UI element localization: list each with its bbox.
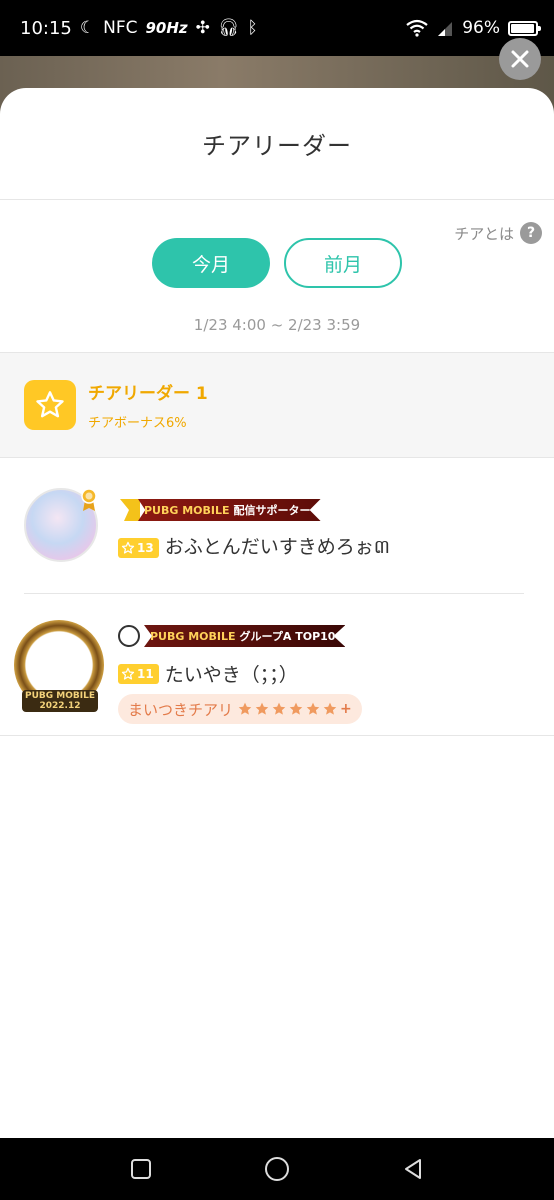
badge-highlight: PUBG MOBILE bbox=[150, 629, 236, 643]
badge-text: 配信サポーター bbox=[233, 504, 311, 517]
tab-last-month[interactable]: 前月 bbox=[284, 238, 402, 288]
sheet-title: チアリーダー bbox=[202, 132, 352, 160]
moon-icon: ☾ bbox=[79, 18, 96, 38]
level-badge: 11 bbox=[118, 663, 159, 684]
status-time: 10:15 bbox=[20, 17, 72, 39]
status-bar: 10:15 ☾ NFC 90Hz ✣ 🎧︎ ᛒ 96% bbox=[0, 0, 554, 56]
avatar-frame-label: PUBG MOBILE 2022.12 bbox=[22, 690, 98, 712]
refresh-rate-label: 90Hz bbox=[145, 19, 188, 37]
cheer-plus: + bbox=[340, 701, 352, 717]
level-number: 11 bbox=[137, 666, 154, 681]
frame-label-date: 2022.12 bbox=[39, 701, 81, 711]
list-item[interactable]: PUBG MOBILE 2022.12 PUBG MOBILE グループA TOP… bbox=[0, 594, 554, 736]
rank-bonus: チアボーナス6% bbox=[88, 416, 187, 431]
star-icon bbox=[289, 702, 303, 715]
period-selector: チアとは ? 今月 前月 1/23 4:00 ~ 2/23 3:59 bbox=[0, 200, 554, 352]
close-icon bbox=[511, 50, 529, 68]
close-button[interactable] bbox=[499, 38, 541, 80]
medal-icon bbox=[81, 488, 97, 511]
bluetooth-icon: ᛒ bbox=[247, 18, 258, 38]
nfc-label: NFC bbox=[103, 18, 138, 38]
rank-title: チアリーダー 1 bbox=[88, 384, 208, 404]
back-triangle-icon bbox=[405, 1159, 421, 1179]
period-range: 1/23 4:00 ~ 2/23 3:59 bbox=[193, 316, 361, 334]
sheet-header: チアリーダー bbox=[0, 88, 554, 200]
battery-percent: 96% bbox=[462, 18, 500, 38]
star-icon bbox=[24, 380, 76, 430]
navigation-bar bbox=[0, 1138, 554, 1200]
list-item[interactable]: PUBG MOBILE 配信サポーター 13 おふとんだいすきめろぉ៣ bbox=[24, 458, 524, 594]
wifi-icon bbox=[406, 19, 428, 37]
battery-icon bbox=[508, 20, 541, 36]
monthly-cheer-badge: まいつきチアリ + bbox=[118, 694, 362, 724]
signal-icon bbox=[438, 22, 453, 36]
cheerleader-sheet: チアリーダー チアとは ? 今月 前月 1/23 4:00 ~ 2/23 3:5… bbox=[0, 38, 554, 1138]
star-outline-icon bbox=[121, 541, 135, 554]
circle-icon bbox=[265, 1157, 289, 1181]
star-icon bbox=[272, 702, 286, 715]
period-tabs: 今月 前月 bbox=[152, 238, 402, 288]
star-icon bbox=[238, 702, 252, 715]
badge-text: グループA TOP10 bbox=[239, 630, 336, 643]
cheer-label: まいつきチアリ bbox=[128, 700, 234, 719]
supporter-badge: PUBG MOBILE 配信サポーター bbox=[120, 498, 321, 522]
star-icon bbox=[255, 702, 269, 715]
home-button[interactable] bbox=[264, 1156, 290, 1182]
cheer-stars: + bbox=[237, 701, 352, 717]
group-badge: PUBG MOBILE グループA TOP10 bbox=[118, 624, 346, 648]
level-number: 13 bbox=[137, 540, 154, 555]
help-link[interactable]: チアとは ? bbox=[454, 222, 542, 244]
back-button[interactable] bbox=[400, 1156, 426, 1182]
star-icon bbox=[306, 702, 320, 715]
fan-icon: ✣ bbox=[195, 18, 210, 38]
rank-header: チアリーダー 1 チアボーナス6% bbox=[0, 352, 554, 458]
help-label: チアとは bbox=[454, 224, 514, 243]
tab-this-month[interactable]: 今月 bbox=[152, 238, 270, 288]
badge-highlight: PUBG MOBILE bbox=[144, 503, 230, 517]
headphones-icon: 🎧︎ bbox=[217, 18, 240, 38]
star-outline-icon bbox=[121, 667, 135, 680]
level-badge: 13 bbox=[118, 537, 159, 558]
star-icon bbox=[323, 702, 337, 715]
help-icon: ? bbox=[520, 222, 542, 244]
frame-label-title: PUBG MOBILE bbox=[25, 691, 95, 701]
square-icon bbox=[131, 1159, 151, 1179]
mascot-icon bbox=[118, 625, 140, 647]
recents-button[interactable] bbox=[128, 1156, 154, 1182]
user-name: たいやき（；；） bbox=[164, 664, 298, 686]
user-name: おふとんだいすきめろぉ៣ bbox=[164, 536, 390, 558]
